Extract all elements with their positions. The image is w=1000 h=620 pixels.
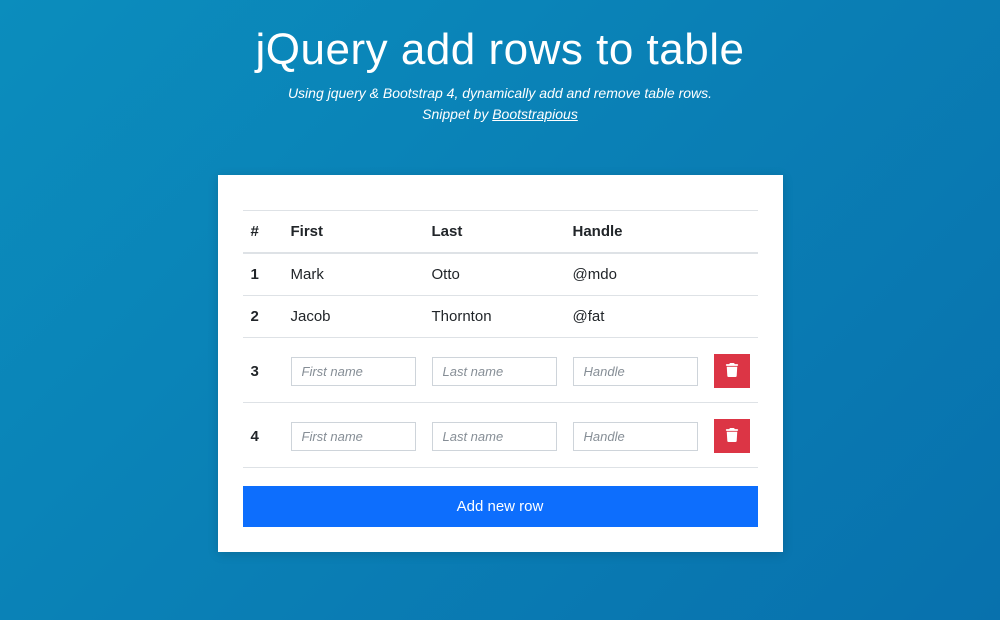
page-subtitle: Using jquery & Bootstrap 4, dynamically … (0, 83, 1000, 125)
trash-icon (725, 428, 739, 445)
delete-row-button[interactable] (714, 419, 750, 453)
handle-input[interactable] (573, 357, 698, 386)
trash-icon (725, 363, 739, 380)
cell-first: Mark (283, 253, 424, 296)
table-card: # First Last Handle 1 Mark Otto @mdo 2 J… (218, 175, 783, 552)
subtitle-prefix: Snippet by (422, 106, 492, 122)
table-row: 2 Jacob Thornton @fat (243, 296, 758, 338)
col-last: Last (424, 211, 565, 254)
cell-handle: @mdo (565, 253, 706, 296)
col-first: First (283, 211, 424, 254)
table-input-row: 4 (243, 403, 758, 468)
last-name-input[interactable] (432, 422, 557, 451)
cell-index: 1 (243, 253, 283, 296)
page-title: jQuery add rows to table (0, 25, 1000, 75)
cell-first: Jacob (283, 296, 424, 338)
first-name-input[interactable] (291, 422, 416, 451)
cell-index: 3 (243, 338, 283, 403)
subtitle-text: Using jquery & Bootstrap 4, dynamically … (288, 85, 712, 101)
last-name-input[interactable] (432, 357, 557, 386)
cell-last: Otto (424, 253, 565, 296)
table-header-row: # First Last Handle (243, 211, 758, 254)
cell-last: Thornton (424, 296, 565, 338)
handle-input[interactable] (573, 422, 698, 451)
first-name-input[interactable] (291, 357, 416, 386)
table-input-row: 3 (243, 338, 758, 403)
col-actions (706, 211, 758, 254)
cell-handle: @fat (565, 296, 706, 338)
data-table: # First Last Handle 1 Mark Otto @mdo 2 J… (243, 210, 758, 468)
credit-link[interactable]: Bootstrapious (492, 106, 578, 122)
table-row: 1 Mark Otto @mdo (243, 253, 758, 296)
add-row-button[interactable]: Add new row (243, 486, 758, 527)
delete-row-button[interactable] (714, 354, 750, 388)
col-handle: Handle (565, 211, 706, 254)
col-index: # (243, 211, 283, 254)
cell-index: 2 (243, 296, 283, 338)
cell-index: 4 (243, 403, 283, 468)
